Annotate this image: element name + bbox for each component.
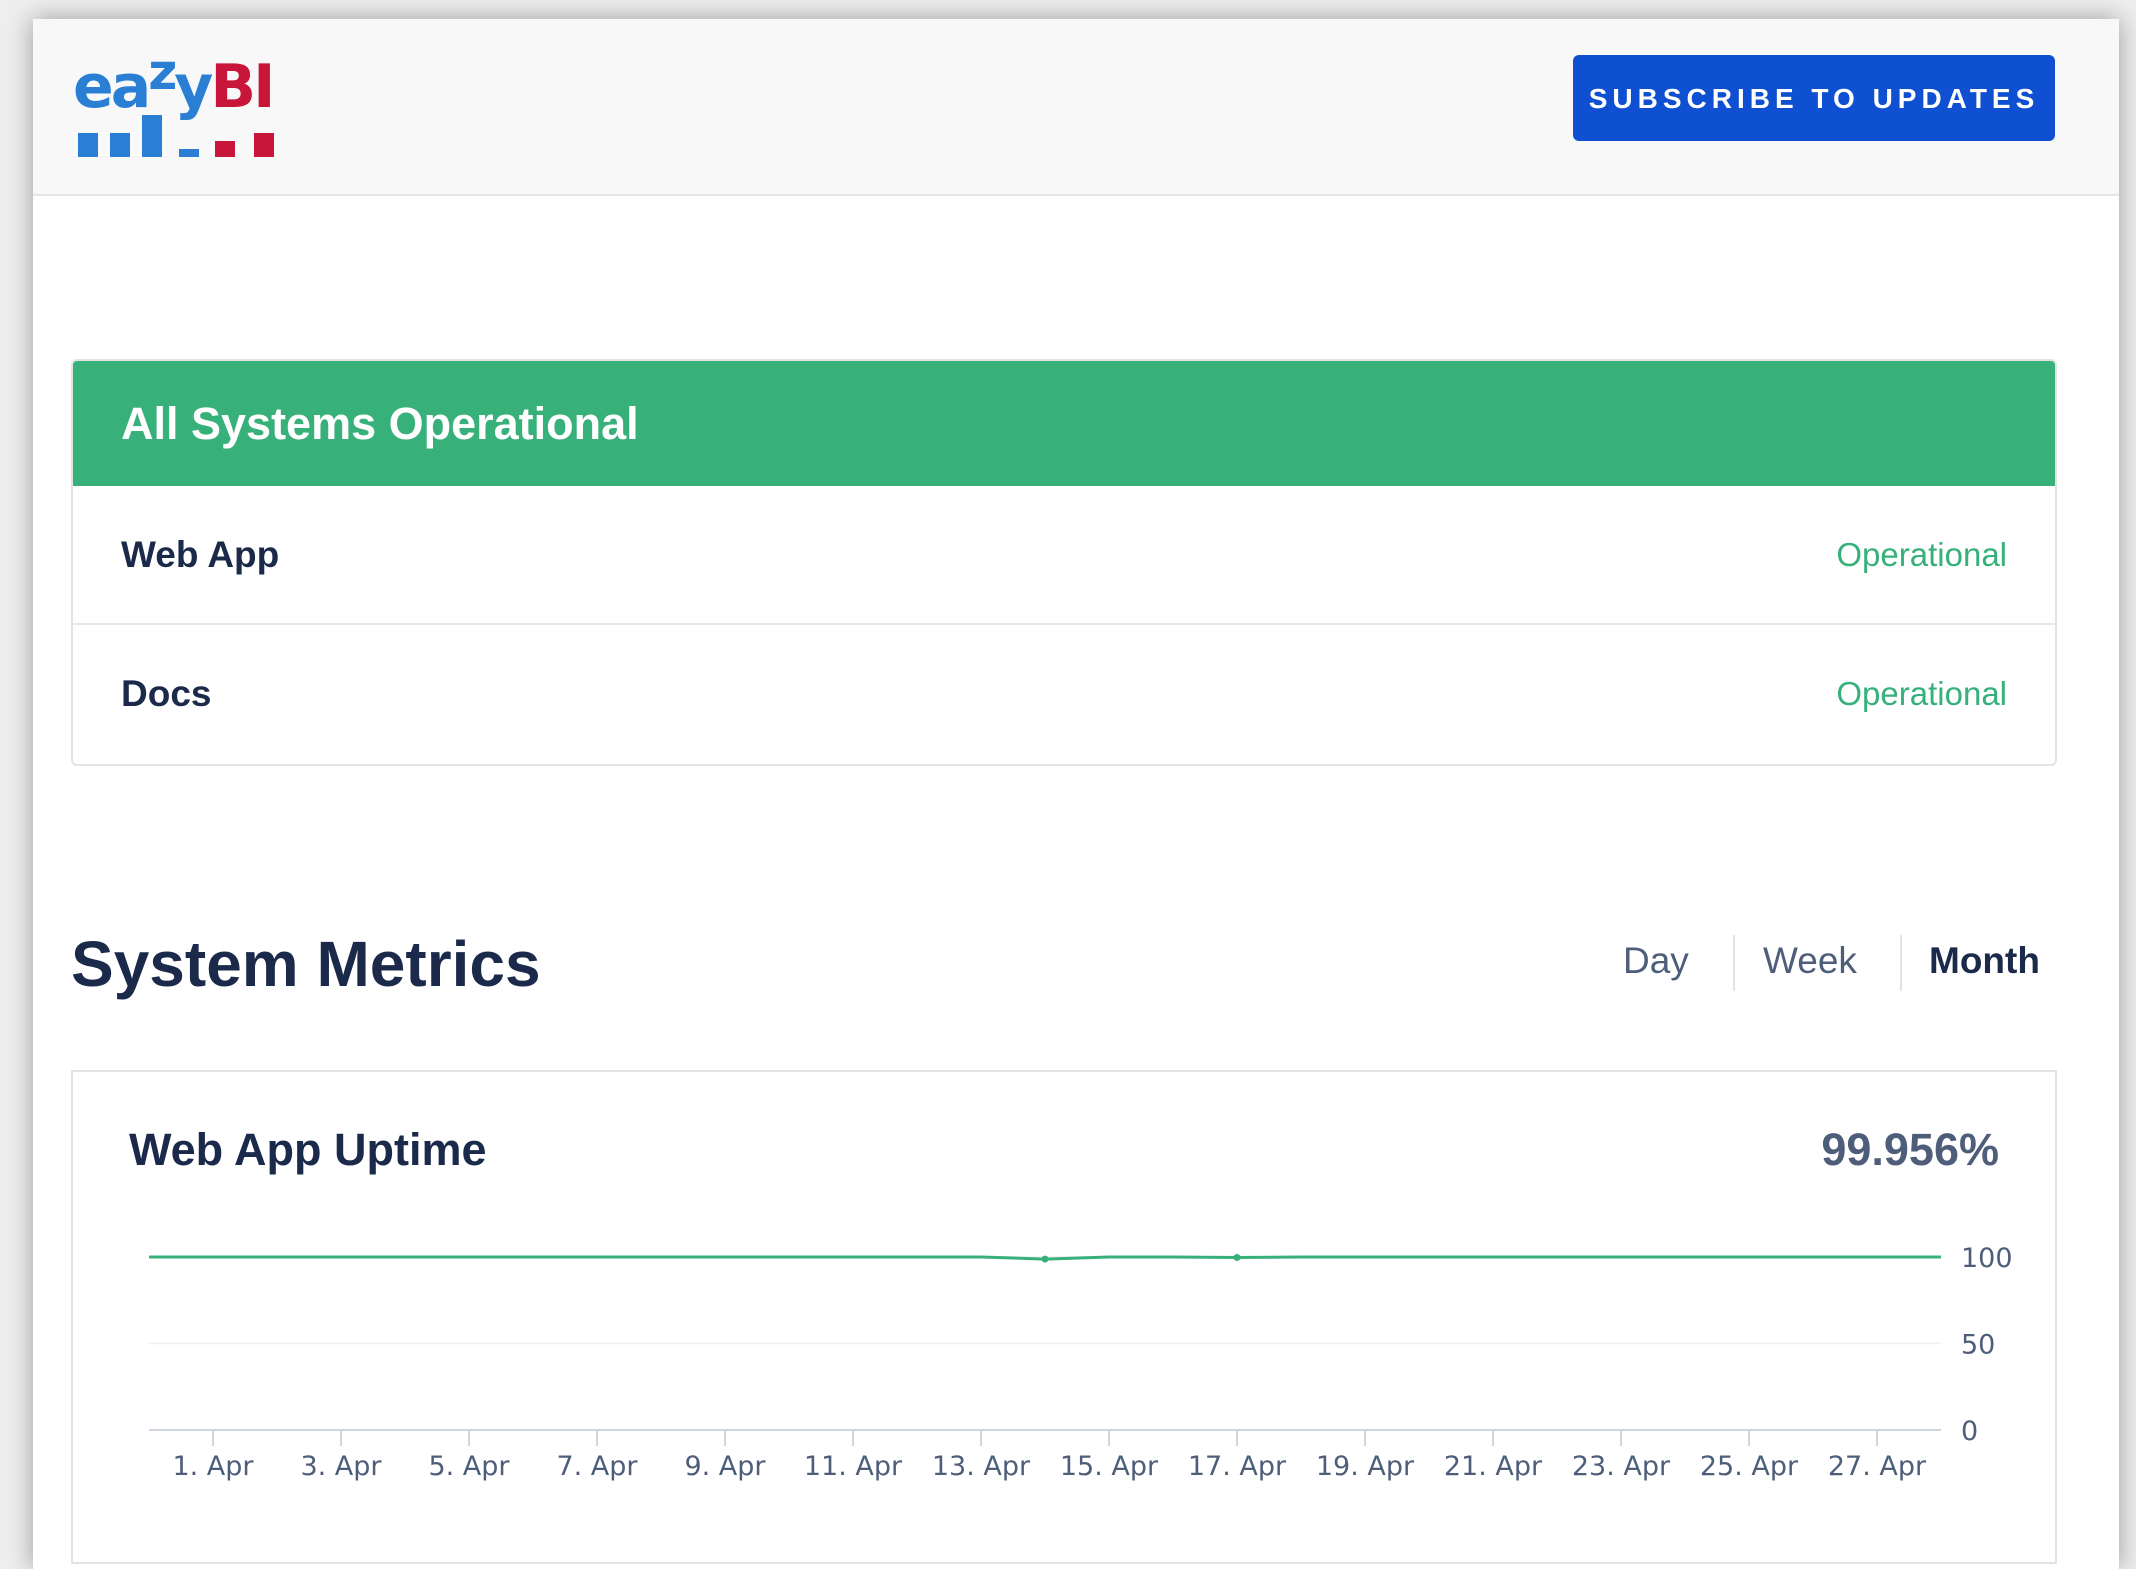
component-row-web-app: Web App Operational	[73, 486, 2055, 623]
component-status: Operational	[1836, 536, 2007, 573]
x-tick-label: 23. Apr	[1572, 1451, 1671, 1482]
logo-text-ea: ea	[73, 52, 151, 122]
logo-bar	[179, 149, 199, 157]
x-tick-label: 5. Apr	[428, 1451, 510, 1482]
logo-text-z: z	[148, 43, 177, 101]
component-row-docs: Docs Operational	[73, 623, 2055, 762]
x-tick-label: 17. Apr	[1188, 1451, 1287, 1482]
tab-month[interactable]: Month	[1929, 931, 2040, 991]
x-tick-label: 25. Apr	[1700, 1451, 1799, 1482]
y-tick-label: 100	[1961, 1243, 2013, 1274]
component-name: Web App	[121, 534, 280, 575]
x-tick-label: 3. Apr	[300, 1451, 382, 1482]
metrics-range-tabs: Day Week Month	[1623, 931, 2055, 1001]
x-tick-label: 15. Apr	[1060, 1451, 1159, 1482]
tab-day[interactable]: Day	[1623, 931, 1689, 991]
logo-bar	[78, 133, 98, 157]
logo-text-bi: BI	[210, 52, 275, 122]
x-tick-label: 21. Apr	[1444, 1451, 1543, 1482]
y-tick-label: 0	[1961, 1416, 1978, 1447]
x-tick-label: 13. Apr	[932, 1451, 1031, 1482]
uptime-data-point	[1233, 1254, 1241, 1262]
eazybi-logo[interactable]: eazyBI	[73, 43, 293, 166]
uptime-data-point	[1041, 1255, 1049, 1263]
component-status: Operational	[1836, 675, 2007, 712]
logo-bar	[215, 141, 235, 157]
logo-bar	[110, 133, 130, 157]
metric-card-web-app-uptime: 0 50 100 1. Apr 3. Apr 5. Apr 7. Apr 9. Apr 11. …	[71, 1070, 2057, 1564]
tab-divider	[1733, 935, 1735, 991]
x-tick-label: 7. Apr	[556, 1451, 638, 1482]
tab-divider	[1900, 935, 1902, 991]
x-tick-label: 1. Apr	[172, 1451, 254, 1482]
status-page-window: eazyBI SUBSCRIBE TO UPDATES All Systems …	[33, 19, 2119, 1569]
system-metrics-title: System Metrics	[71, 928, 541, 1000]
logo-wordmark: eazyBI	[73, 43, 275, 126]
page-header: eazyBI SUBSCRIBE TO UPDATES	[33, 19, 2119, 196]
status-card: All Systems Operational Web App Operatio…	[71, 359, 2057, 766]
logo-bars	[78, 115, 288, 157]
status-banner-title: All Systems Operational	[121, 398, 639, 449]
y-tick-label: 50	[1961, 1330, 1995, 1361]
x-tick-label: 27. Apr	[1828, 1451, 1927, 1482]
tab-week[interactable]: Week	[1763, 931, 1857, 991]
metric-name: Web App Uptime	[129, 1124, 487, 1175]
subscribe-button[interactable]: SUBSCRIBE TO UPDATES	[1573, 55, 2055, 141]
component-name: Docs	[121, 673, 212, 714]
x-tick-label: 9. Apr	[684, 1451, 766, 1482]
x-tick-label: 19. Apr	[1316, 1451, 1415, 1482]
status-banner: All Systems Operational	[73, 361, 2055, 486]
x-tick-label: 11. Apr	[804, 1451, 903, 1482]
logo-bar	[142, 115, 162, 157]
logo-bar	[254, 133, 274, 157]
logo-text-y: y	[174, 52, 213, 122]
metric-value: 99.956%	[1821, 1124, 1999, 1175]
